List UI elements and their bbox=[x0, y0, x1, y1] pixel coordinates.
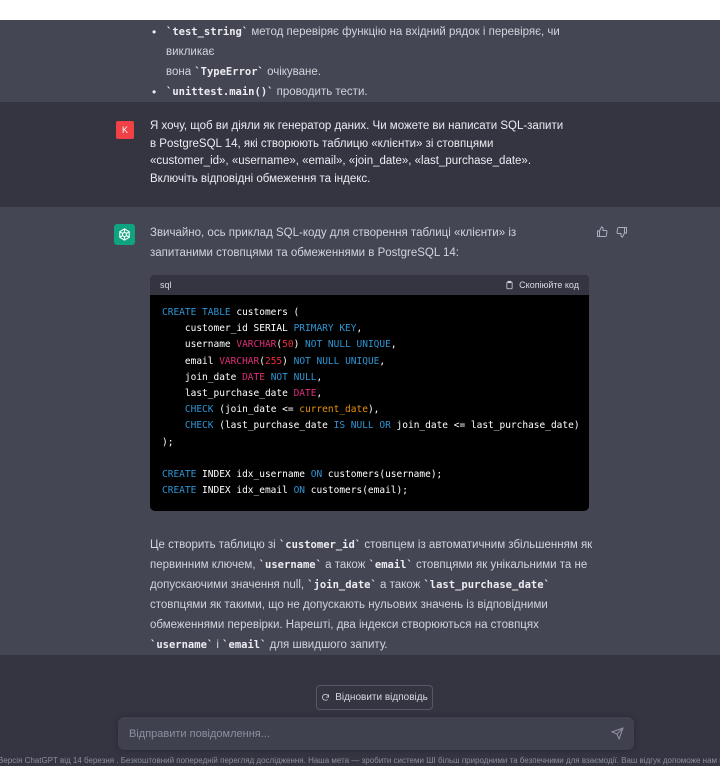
user-message-text: Я хочу, щоб ви діяли як генератор даних.… bbox=[150, 120, 564, 185]
text: а також bbox=[376, 579, 424, 591]
code-token: IS NULL OR bbox=[333, 420, 391, 432]
bullet-text: проводить тести. bbox=[273, 86, 368, 98]
code-token: join_date bbox=[162, 371, 243, 383]
copy-code-label: Скопіюйте код bbox=[519, 280, 579, 290]
code-token: NOT NULL UNIQUE bbox=[293, 355, 380, 367]
inline-code: `test_string` bbox=[166, 26, 249, 38]
code-token: customer_id SERIAL bbox=[162, 323, 294, 335]
code-token: , bbox=[316, 388, 323, 400]
code-token: INDEX idx_username bbox=[196, 469, 311, 481]
code-token: ON bbox=[293, 485, 306, 497]
code-token: , bbox=[356, 323, 363, 335]
code-token: CREATE bbox=[162, 485, 197, 497]
code-token: CHECK bbox=[184, 404, 214, 416]
text: для швидшого запиту. bbox=[266, 639, 388, 651]
thumbs-up-icon[interactable] bbox=[596, 225, 608, 237]
code-token: ) bbox=[282, 355, 294, 367]
bullet-text: очікуване. bbox=[263, 66, 321, 78]
code-token: current_date bbox=[299, 404, 368, 416]
code-token: username bbox=[162, 339, 237, 351]
code-token: DATE bbox=[242, 371, 265, 383]
code-block-header: sql Скопіюйте код bbox=[150, 275, 589, 295]
chatgpt-logo-icon bbox=[114, 224, 135, 245]
feedback-buttons bbox=[596, 225, 628, 238]
code-token: CHECK bbox=[184, 420, 214, 432]
code-token: VARCHAR bbox=[236, 339, 277, 351]
text: Це створить таблицю зі bbox=[150, 539, 279, 551]
clipboard-icon bbox=[506, 280, 513, 290]
code-token: DATE bbox=[293, 388, 317, 400]
code-token: email bbox=[162, 355, 220, 367]
footer-disclaimer: Версія ChatGPT від 14 березня . Безкошто… bbox=[0, 756, 720, 765]
code-token: , bbox=[379, 355, 386, 367]
code-token: ), bbox=[367, 404, 380, 416]
code-block: sql Скопіюйте код CREATE TABLE customers… bbox=[150, 275, 589, 511]
assistant-intro-text: Звичайно, ось приклад SQL-коду для створ… bbox=[150, 227, 517, 259]
code-token: customers ( bbox=[230, 307, 300, 318]
code-token: 255 bbox=[264, 355, 283, 367]
code-token: 50 bbox=[282, 339, 294, 351]
code-token: (join_date <= bbox=[213, 404, 300, 416]
text: а також bbox=[321, 559, 369, 571]
code-token: last_purchase_date bbox=[162, 388, 294, 400]
list-item: `unittest.main()` проводить тести. bbox=[152, 82, 592, 102]
code-token: ) bbox=[293, 339, 306, 351]
code-token: NOT NULL UNIQUE bbox=[305, 339, 391, 351]
code-content: CREATE TABLE customers ( customer_id SER… bbox=[150, 295, 589, 509]
inline-code: `customer_id` bbox=[278, 539, 362, 551]
inline-code: `join_date` bbox=[307, 579, 377, 591]
regenerate-button[interactable]: Відновити відповідь bbox=[316, 685, 433, 710]
text: і bbox=[213, 639, 223, 651]
code-token: join_date <= last_purchase_date) bbox=[390, 420, 580, 432]
inline-code: `last_purchase_date` bbox=[423, 579, 550, 591]
bullet-text: вона bbox=[166, 66, 195, 78]
code-token: ON bbox=[310, 469, 323, 481]
text: стовпцями як такими, що не допускають ну… bbox=[150, 599, 548, 631]
code-token: , bbox=[316, 371, 323, 383]
code-token: VARCHAR bbox=[219, 355, 260, 367]
code-token: PRIMARY KEY bbox=[293, 323, 357, 335]
code-token: INDEX idx_email bbox=[196, 485, 294, 497]
inline-code: `username` bbox=[150, 639, 214, 651]
previous-message: `test_string` метод перевіряє функцію на… bbox=[0, 20, 720, 102]
code-token: customers(username); bbox=[322, 469, 443, 481]
send-icon[interactable] bbox=[611, 727, 624, 740]
code-token: CREATE bbox=[162, 469, 197, 481]
copy-code-button[interactable]: Скопіюйте код bbox=[505, 280, 579, 290]
top-bar bbox=[0, 0, 720, 20]
inline-code: `username` bbox=[258, 559, 322, 571]
user-message: K Я хочу, щоб ви діяли як генератор дани… bbox=[0, 102, 720, 207]
message-composer bbox=[118, 717, 634, 750]
inline-code: `unittest.main()` bbox=[166, 86, 274, 98]
inline-code: `TypeError` bbox=[194, 66, 264, 78]
assistant-explanation: Це створить таблицю зі `customer_id` сто… bbox=[150, 535, 595, 655]
bullet-list: `test_string` метод перевіряє функцію на… bbox=[152, 22, 592, 102]
list-item: `test_string` метод перевіряє функцію на… bbox=[152, 22, 592, 82]
code-token: NOT NULL bbox=[270, 371, 317, 383]
assistant-message: Звичайно, ось приклад SQL-коду для створ… bbox=[0, 207, 720, 655]
code-token: , bbox=[390, 339, 397, 351]
code-language-label: sql bbox=[160, 280, 172, 290]
code-token: ); bbox=[162, 436, 174, 448]
code-token: (last_purchase_date bbox=[213, 420, 334, 432]
regenerate-label: Відновити відповідь bbox=[335, 692, 428, 703]
inline-code: `email` bbox=[368, 559, 413, 571]
inline-code: `email` bbox=[222, 639, 267, 651]
code-token: customers(email); bbox=[305, 485, 408, 497]
thumbs-down-icon[interactable] bbox=[616, 225, 628, 238]
refresh-icon bbox=[322, 693, 330, 701]
user-avatar: K bbox=[116, 121, 134, 139]
message-input[interactable] bbox=[118, 717, 598, 750]
code-token: CREATE TABLE bbox=[162, 307, 231, 318]
